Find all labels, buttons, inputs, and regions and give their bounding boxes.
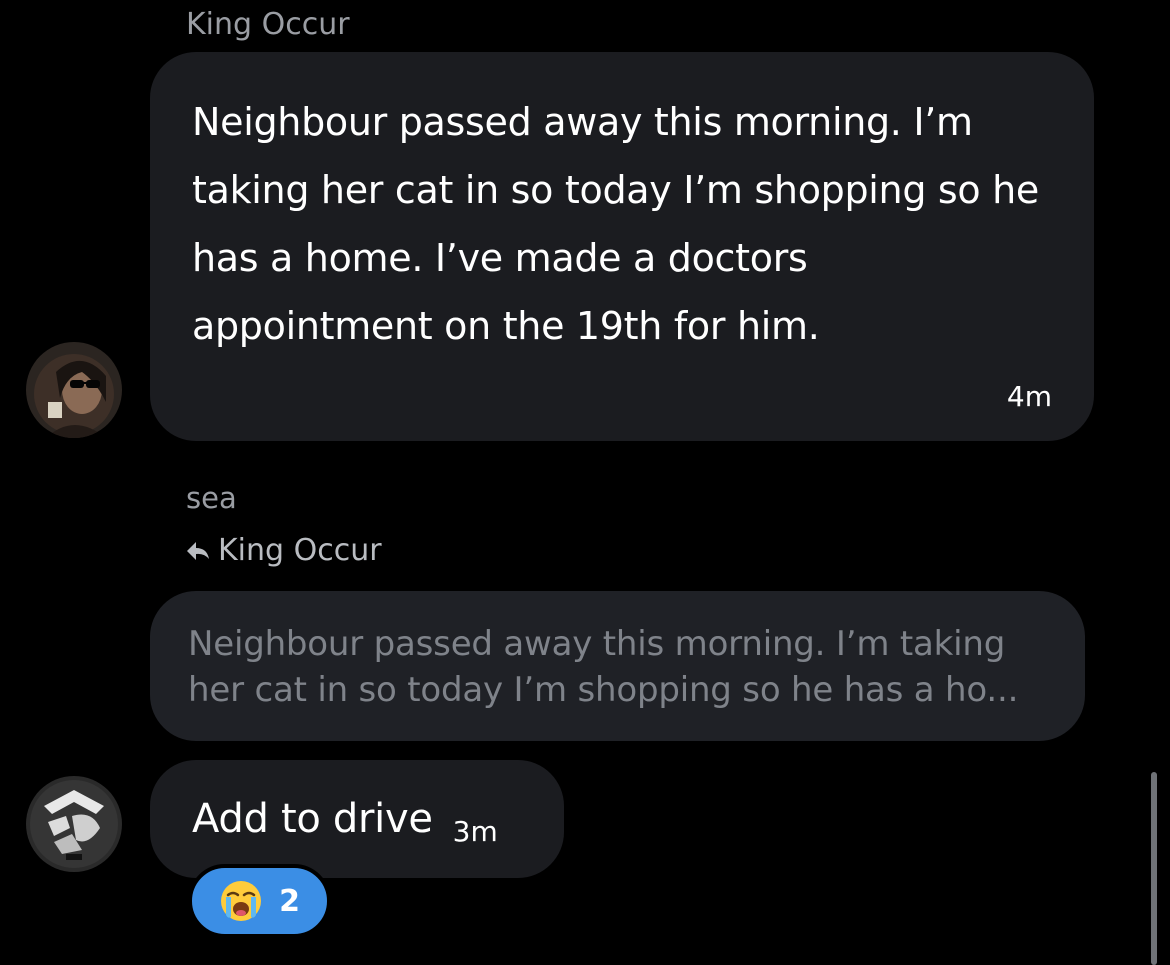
- reaction-count: 2: [279, 883, 300, 919]
- message-timestamp: 4m: [1006, 380, 1052, 413]
- message-timestamp: 3m: [452, 814, 498, 848]
- avatar[interactable]: [26, 342, 122, 438]
- sender-name: King Occur: [186, 7, 350, 42]
- reply-to-name: King Occur: [218, 533, 382, 568]
- message-bubble[interactable]: Neighbour passed away this morning. I’m …: [150, 52, 1094, 441]
- user-avatar-icon: [26, 342, 122, 438]
- scrollbar[interactable]: [1151, 772, 1157, 965]
- avatar[interactable]: [26, 776, 122, 872]
- message-bubble[interactable]: Add to drive 3m: [150, 760, 564, 878]
- sender-name: sea: [186, 481, 237, 515]
- sea-logo-avatar-icon: [26, 776, 122, 872]
- message-text: Neighbour passed away this morning. I’m …: [192, 100, 1040, 348]
- loudly-crying-face-icon: [221, 881, 262, 921]
- message-text: Add to drive: [192, 796, 433, 842]
- reaction-badge[interactable]: 2: [188, 864, 331, 938]
- reply-arrow-icon: [187, 541, 209, 560]
- reply-indicator: King Occur: [186, 533, 382, 568]
- quoted-message[interactable]: Neighbour passed away this morning. I’m …: [150, 591, 1085, 741]
- quoted-text: Neighbour passed away this morning. I’m …: [188, 624, 1019, 710]
